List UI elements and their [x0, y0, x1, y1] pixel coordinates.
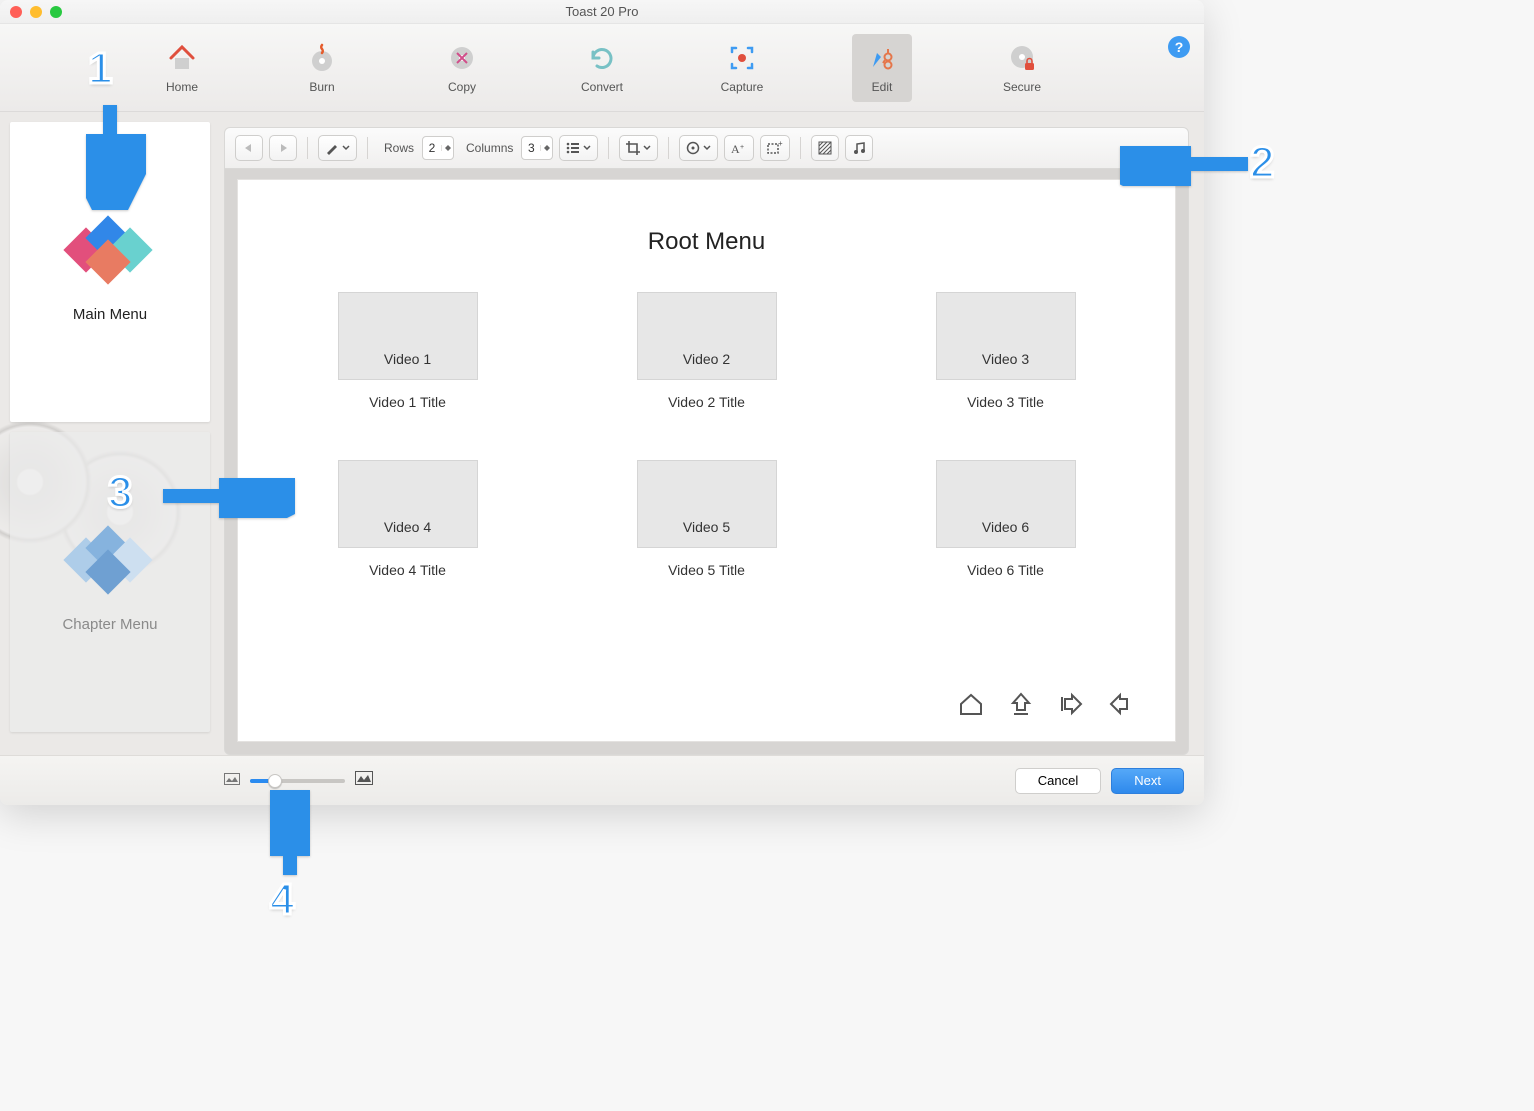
- toolbar-label: Copy: [448, 80, 476, 94]
- menu-canvas[interactable]: Root Menu Video 1 Video 1 Title Video 2 …: [237, 179, 1176, 742]
- target-dropdown[interactable]: [679, 135, 718, 161]
- toolbar-edit[interactable]: Edit: [852, 34, 912, 102]
- add-text-button[interactable]: +: [760, 135, 790, 161]
- video-cell[interactable]: Video 6 Video 6 Title: [916, 460, 1095, 578]
- video-title[interactable]: Video 1 Title: [369, 394, 446, 410]
- music-button[interactable]: [845, 135, 873, 161]
- secure-icon: [1006, 42, 1038, 74]
- next-button[interactable]: Next: [1111, 768, 1184, 794]
- video-title[interactable]: Video 3 Title: [967, 394, 1044, 410]
- video-title[interactable]: Video 5 Title: [668, 562, 745, 578]
- toolbar-label: Home: [166, 80, 198, 94]
- toolbar-label: Secure: [1003, 80, 1041, 94]
- zoom-slider[interactable]: [250, 779, 345, 783]
- main-menu-icon: [70, 222, 150, 278]
- up-nav-icon[interactable]: [1007, 690, 1035, 723]
- menu-sidebar: Main Menu Chapter Menu: [0, 112, 220, 755]
- video-cell[interactable]: Video 1 Video 1 Title: [318, 292, 497, 410]
- toolbar-label: Burn: [309, 80, 334, 94]
- app-window: Toast 20 Pro Home Burn Copy Convert: [0, 0, 1204, 805]
- canvas-frame: Root Menu Video 1 Video 1 Title Video 2 …: [224, 169, 1189, 755]
- columns-label: Columns: [466, 141, 513, 155]
- video-thumb[interactable]: Video 2: [637, 292, 777, 380]
- video-cell[interactable]: Video 2 Video 2 Title: [617, 292, 796, 410]
- toolbar-burn[interactable]: Burn: [292, 34, 352, 102]
- svg-text:+: +: [778, 141, 783, 148]
- video-title[interactable]: Video 4 Title: [369, 562, 446, 578]
- video-cell[interactable]: Video 5 Video 5 Title: [617, 460, 796, 578]
- chapter-menu-card[interactable]: Chapter Menu: [10, 432, 210, 732]
- nav-icons: [957, 690, 1135, 723]
- texture-button[interactable]: [811, 135, 839, 161]
- prev-nav-icon[interactable]: [1107, 690, 1135, 723]
- next-nav-icon[interactable]: [1057, 690, 1085, 723]
- toolbar-label: Convert: [581, 80, 623, 94]
- copy-icon: [446, 42, 478, 74]
- edit-toolbar: Rows 2 Columns 3 A+ +: [224, 127, 1189, 169]
- content-area: Main Menu Chapter Menu Rows 2 Columns 3: [0, 112, 1204, 755]
- callout-2: 2: [1250, 138, 1274, 188]
- edit-icon: [866, 42, 898, 74]
- video-thumb[interactable]: Video 1: [338, 292, 478, 380]
- burn-icon: [306, 42, 338, 74]
- video-title[interactable]: Video 6 Title: [967, 562, 1044, 578]
- video-title[interactable]: Video 2 Title: [668, 394, 745, 410]
- chapter-menu-icon: [70, 532, 150, 588]
- cancel-button[interactable]: Cancel: [1015, 768, 1101, 794]
- window-title: Toast 20 Pro: [0, 4, 1204, 19]
- editor-area: Rows 2 Columns 3 A+ + Root Menu: [224, 127, 1189, 755]
- image-small-icon: [224, 772, 240, 790]
- main-menu-card[interactable]: Main Menu: [10, 122, 210, 422]
- toolbar-capture[interactable]: Capture: [712, 34, 772, 102]
- crop-dropdown[interactable]: [619, 135, 658, 161]
- toolbar-secure[interactable]: Secure: [992, 34, 1052, 102]
- footer-bar: Cancel Next: [0, 755, 1204, 805]
- capture-icon: [726, 42, 758, 74]
- toolbar-label: Edit: [872, 80, 893, 94]
- video-cell[interactable]: Video 4 Video 4 Title: [318, 460, 497, 578]
- redo-button[interactable]: [269, 135, 297, 161]
- video-thumb[interactable]: Video 5: [637, 460, 777, 548]
- video-thumb[interactable]: Video 3: [936, 292, 1076, 380]
- main-toolbar: Home Burn Copy Convert Capture: [0, 24, 1204, 112]
- callout-4: 4: [270, 875, 294, 925]
- convert-icon: [586, 42, 618, 74]
- toolbar-home[interactable]: Home: [152, 34, 212, 102]
- video-grid: Video 1 Video 1 Title Video 2 Video 2 Ti…: [238, 292, 1175, 578]
- main-menu-label: Main Menu: [73, 306, 147, 323]
- home-nav-icon[interactable]: [957, 690, 985, 723]
- canvas-title[interactable]: Root Menu: [238, 228, 1175, 256]
- svg-text:+: +: [740, 144, 744, 151]
- font-button[interactable]: A+: [724, 135, 754, 161]
- columns-stepper[interactable]: 3: [521, 136, 553, 160]
- home-icon: [166, 42, 198, 74]
- titlebar: Toast 20 Pro: [0, 0, 1204, 24]
- toolbar-label: Capture: [721, 80, 764, 94]
- video-cell[interactable]: Video 3 Video 3 Title: [916, 292, 1095, 410]
- video-thumb[interactable]: Video 6: [936, 460, 1076, 548]
- toolbar-copy[interactable]: Copy: [432, 34, 492, 102]
- rows-stepper[interactable]: 2: [422, 136, 454, 160]
- image-large-icon: [355, 771, 373, 790]
- help-icon: ?: [1175, 39, 1184, 55]
- toolbar-convert[interactable]: Convert: [572, 34, 632, 102]
- undo-button[interactable]: [235, 135, 263, 161]
- edit-dropdown[interactable]: [318, 135, 357, 161]
- svg-text:A: A: [731, 142, 740, 155]
- rows-label: Rows: [384, 141, 414, 155]
- video-thumb[interactable]: Video 4: [338, 460, 478, 548]
- help-button[interactable]: ?: [1168, 36, 1190, 58]
- list-dropdown[interactable]: [559, 135, 598, 161]
- chapter-menu-label: Chapter Menu: [62, 616, 157, 633]
